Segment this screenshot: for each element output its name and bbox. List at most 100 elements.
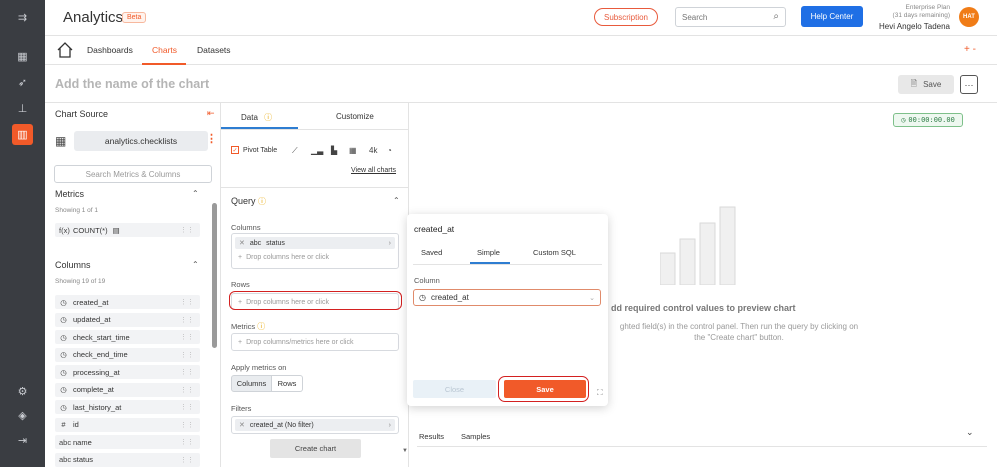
metrics-dropzone[interactable]: + Drop columns/metrics here or click xyxy=(231,333,399,351)
column-item[interactable]: abc status ⋮⋮ xyxy=(55,452,200,467)
source-menu-icon[interactable]: ⋮ xyxy=(206,132,217,145)
drag-handle-icon[interactable]: ⋮⋮ xyxy=(180,368,194,376)
column-chip[interactable]: ✕ abc status › xyxy=(235,237,395,249)
drag-handle-icon[interactable]: ⋮⋮ xyxy=(180,316,194,324)
save-chart-button[interactable]: 🗎 Save xyxy=(898,75,954,94)
metrics-label: Metrics ⓘ xyxy=(231,321,265,332)
create-chart-button[interactable]: Create chart xyxy=(270,439,361,458)
column-item[interactable]: ◷ check_end_time ⋮⋮ xyxy=(55,347,200,362)
global-search[interactable]: ⌕ xyxy=(675,7,786,27)
chevron-up-icon[interactable]: ⌃ xyxy=(393,196,400,205)
line-chart-icon[interactable]: ⟋ xyxy=(292,146,298,156)
big-number-icon[interactable]: 4k xyxy=(369,146,377,155)
drag-handle-icon[interactable]: ⋮⋮ xyxy=(180,421,194,429)
user-name[interactable]: Hevi Angelo Tadena xyxy=(865,22,950,31)
logout-icon[interactable]: ⇥ xyxy=(12,430,33,451)
remove-icon[interactable]: ✕ xyxy=(239,239,245,247)
pie-chart-icon[interactable]: ◔ xyxy=(387,146,392,155)
column-item[interactable]: ◷ processing_at ⋮⋮ xyxy=(55,365,200,379)
search-icon[interactable]: ⌕ xyxy=(773,11,779,22)
metrics-title: Metrics xyxy=(55,189,84,199)
table-chart-icon[interactable]: ▦ xyxy=(349,146,357,155)
chart-name-input[interactable]: Add the name of the chart xyxy=(55,77,209,91)
drag-handle-icon[interactable]: ⋮⋮ xyxy=(180,456,194,464)
avatar[interactable]: HAT xyxy=(959,7,979,27)
chip-type: abc xyxy=(249,239,262,247)
help-center-button[interactable]: Help Center xyxy=(801,6,863,27)
tab-results[interactable]: Results xyxy=(419,432,444,441)
metric-item[interactable]: f(x) COUNT(*) ▤ ⋮⋮ xyxy=(55,223,200,237)
column-chart-icon[interactable]: ▙ xyxy=(331,146,337,155)
gear-icon[interactable]: ⚙ xyxy=(12,381,33,402)
column-label: processing_at xyxy=(73,367,120,377)
scroll-down-icon[interactable]: ▼ xyxy=(402,448,408,454)
column-item[interactable]: ◷ check_start_time ⋮⋮ xyxy=(55,330,200,344)
home-icon[interactable] xyxy=(56,41,74,59)
cube-icon[interactable]: ◈ xyxy=(12,405,33,426)
apply-columns-button[interactable]: Columns xyxy=(231,375,272,392)
filter-chip[interactable]: ✕ created_at (No filter) › xyxy=(235,419,395,431)
chevron-up-icon[interactable]: ⌃ xyxy=(192,260,199,269)
collapse-panel-icon[interactable]: ⇤ xyxy=(207,108,215,119)
subscription-button[interactable]: Subscription xyxy=(594,8,658,26)
metrics-columns-search[interactable]: Search Metrics & Columns xyxy=(54,165,212,183)
column-select[interactable]: ◷ created_at ⌄ xyxy=(413,289,601,306)
add-icon[interactable]: + - xyxy=(964,44,976,55)
remove-icon[interactable]: ✕ xyxy=(239,421,245,429)
drop-hint[interactable]: + Drop columns here or click xyxy=(232,249,398,265)
more-options-button[interactable]: ··· xyxy=(960,75,978,94)
global-search-input[interactable] xyxy=(676,8,761,26)
chevron-right-icon[interactable]: › xyxy=(389,422,391,429)
tab-simple[interactable]: Simple xyxy=(477,248,500,257)
column-item[interactable]: ◷ complete_at ⋮⋮ xyxy=(55,382,200,397)
chevron-down-icon[interactable]: ⌄ xyxy=(589,294,595,302)
tab-saved[interactable]: Saved xyxy=(421,248,442,257)
scrollbar[interactable] xyxy=(212,203,217,348)
rocket-icon[interactable]: ➶ xyxy=(12,72,33,93)
apply-rows-button[interactable]: Rows xyxy=(272,375,303,392)
analytics-icon[interactable]: ▥ xyxy=(12,124,33,145)
tab-samples[interactable]: Samples xyxy=(461,432,490,441)
save-icon: 🗎 xyxy=(910,78,918,88)
tab-datasets[interactable]: Datasets xyxy=(197,45,231,55)
column-type-icon: ◷ xyxy=(60,297,67,307)
preview-placeholder-title: dd required control values to preview ch… xyxy=(611,303,796,313)
chevron-up-icon[interactable]: ⌃ xyxy=(192,189,199,198)
clock-icon: ◷ xyxy=(419,293,426,302)
tab-customize[interactable]: Customize xyxy=(336,112,374,121)
column-type-icon: # xyxy=(61,420,66,429)
drag-handle-icon[interactable]: ⋮⋮ xyxy=(180,333,194,341)
drag-handle-icon[interactable]: ⋮⋮ xyxy=(180,438,194,446)
columns-dropzone[interactable]: ✕ abc status › + Drop columns here or cl… xyxy=(231,233,399,269)
chevron-right-icon[interactable]: › xyxy=(389,240,391,247)
bar-chart-icon[interactable]: ▁▃ xyxy=(311,146,323,155)
column-item[interactable]: ◷ last_history_at ⋮⋮ xyxy=(55,400,200,414)
dashboard-icon[interactable]: ▦ xyxy=(12,46,33,67)
column-item[interactable]: ◷ created_at ⋮⋮ xyxy=(55,295,200,309)
column-item[interactable]: # id ⋮⋮ xyxy=(55,417,200,432)
clock-icon: ◷ xyxy=(901,116,906,124)
column-item[interactable]: abc name ⋮⋮ xyxy=(55,435,200,449)
close-button[interactable]: Close xyxy=(413,380,496,398)
drag-handle-icon[interactable]: ⋮⋮ xyxy=(180,351,194,359)
expand-icon[interactable]: ⛶ xyxy=(597,388,603,398)
drag-handle-icon[interactable]: ⋮⋮ xyxy=(180,298,194,306)
tab-dashboards[interactable]: Dashboards xyxy=(87,45,133,55)
chevron-down-icon[interactable]: ⌄ xyxy=(966,427,974,438)
query-timer: ◷ 00:00:00.00 xyxy=(893,113,963,127)
tab-charts[interactable]: Charts xyxy=(152,45,177,55)
tab-custom-sql[interactable]: Custom SQL xyxy=(533,248,576,257)
expand-menu-icon[interactable]: ⇉ xyxy=(12,7,33,28)
pivot-table-option[interactable]: ✓ Pivot Table xyxy=(231,146,277,154)
hierarchy-icon[interactable]: ⊥ xyxy=(12,98,33,119)
column-label: check_start_time xyxy=(73,332,130,342)
drag-handle-icon[interactable]: ⋮⋮ xyxy=(180,386,194,394)
drag-handle-icon[interactable]: ⋮⋮ xyxy=(180,403,194,411)
view-all-charts-link[interactable]: View all charts xyxy=(351,167,396,174)
filters-dropzone[interactable]: ✕ created_at (No filter) › xyxy=(231,416,399,434)
column-item[interactable]: ◷ updated_at ⋮⋮ xyxy=(55,312,200,327)
drag-handle-icon[interactable]: ⋮⋮ xyxy=(180,226,194,234)
tab-data[interactable]: Data ⓘ xyxy=(241,112,272,123)
source-dataset[interactable]: analytics.checklists xyxy=(74,131,208,151)
drop-hint[interactable]: + Drop columns/metrics here or click xyxy=(232,334,398,350)
